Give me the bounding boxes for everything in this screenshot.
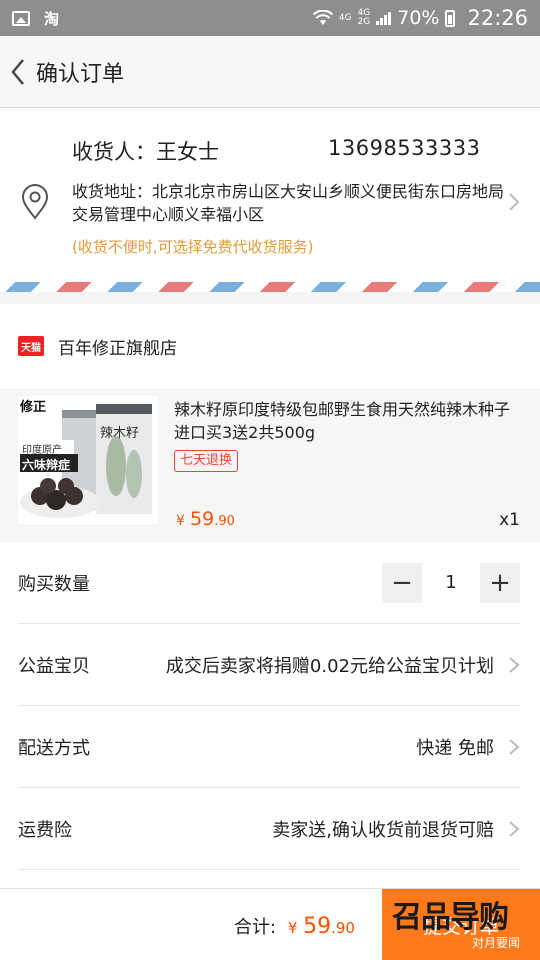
shipping-address: 收货地址：北京北京市房山区大安山乡顺义便民街东口房地局交易管理中心顺义幸福小区	[72, 182, 505, 224]
total-decimal: .90	[331, 919, 355, 937]
delivery-label: 配送方式	[18, 737, 90, 759]
taobao-notification-icon: 淘	[44, 9, 60, 28]
order-options: 购买数量 − 1 + 公益宝贝 成交后卖家将捐赠0.02元给公益宝贝计划 配送方…	[0, 542, 540, 888]
battery-percent: 70%	[397, 7, 440, 29]
quantity-stepper[interactable]: − 1 +	[382, 562, 520, 603]
insurance-row[interactable]: 运费险 卖家送,确认收货前退货可赔	[18, 788, 520, 870]
product-price: ¥ 59.90	[176, 508, 235, 530]
shop-header[interactable]: 天猫 百年修正旗舰店	[0, 304, 540, 388]
product-image: 修正 印度原产 六味辩症 辣木籽	[18, 396, 158, 524]
network-type-4g: 4G	[338, 12, 352, 23]
quantity-label: 购买数量	[18, 573, 90, 595]
delivery-value: 快递 免邮	[416, 737, 494, 759]
order-item[interactable]: 修正 印度原产 六味辩症 辣木籽 辣木籽原印度特级包邮野生食用天然纯辣木种子进口…	[0, 388, 540, 542]
delivery-row[interactable]: 配送方式 快递 免邮	[18, 706, 520, 788]
product-image-brand: 修正	[20, 400, 47, 415]
charity-row[interactable]: 公益宝贝 成交后卖家将捐赠0.02元给公益宝贝计划	[18, 624, 520, 706]
quantity-row: 购买数量 − 1 +	[18, 542, 520, 624]
wifi-icon	[312, 10, 333, 25]
product-quantity: x1	[499, 510, 520, 530]
chevron-right-icon	[509, 193, 520, 211]
shop-name: 百年修正旗舰店	[58, 338, 177, 359]
network-type-bottom: 2G	[357, 17, 371, 27]
clock: 22:26	[467, 6, 528, 30]
price-currency: ¥	[176, 513, 185, 529]
price-integer: 59	[190, 508, 215, 530]
price-decimal: .90	[214, 514, 235, 529]
network-type-stack: 4G 2G	[358, 9, 371, 27]
total-currency: ¥	[287, 919, 298, 937]
total-integer: 59	[303, 914, 332, 939]
back-button[interactable]	[0, 36, 36, 108]
insurance-label: 运费险	[18, 819, 72, 841]
charity-value: 成交后卖家将捐赠0.02元给公益宝贝计划	[165, 655, 494, 677]
address-card[interactable]: 收货人：王女士 13698533333 收货地址：北京北京市房山区大安山乡顺义便…	[0, 108, 540, 282]
delivery-note: (收货不便时,可选择免费代收货服务)	[72, 238, 314, 256]
chevron-right-icon	[509, 738, 520, 755]
tmall-badge-icon: 天猫	[18, 336, 44, 356]
quantity-value: 1	[445, 572, 457, 593]
decrement-button[interactable]: −	[382, 562, 422, 603]
checkout-bar: 合计: ¥ 59.90 提交订单	[0, 888, 540, 960]
product-image-banner: 六味辩症	[22, 458, 71, 472]
insurance-value: 卖家送,确认收货前退货可赔	[272, 819, 494, 841]
chevron-right-icon	[509, 656, 520, 673]
signal-icon	[376, 11, 392, 25]
increment-button[interactable]: +	[480, 562, 520, 603]
page-title: 确认订单	[36, 61, 125, 87]
product-image-can-label: 辣木籽	[100, 426, 140, 441]
total-label: 合计:	[234, 917, 277, 938]
charity-label: 公益宝贝	[18, 655, 90, 677]
recipient-phone: 13698533333	[328, 136, 481, 160]
battery-icon	[445, 9, 456, 27]
chevron-right-icon	[509, 820, 520, 837]
product-image-subtitle: 印度原产	[22, 445, 62, 456]
submit-order-button[interactable]: 提交订单	[382, 889, 540, 960]
recipient-name: 收货人：王女士	[72, 140, 219, 164]
chevron-left-icon	[11, 58, 24, 85]
return-policy-tag: 七天退换	[174, 450, 239, 472]
title-bar: 确认订单	[0, 36, 540, 108]
product-title: 辣木籽原印度特级包邮野生食用天然纯辣木种子进口买3送2共500g	[174, 400, 511, 442]
location-pin-icon	[20, 184, 50, 224]
airmail-divider	[0, 282, 540, 292]
status-bar: 淘 4G 4G 2G 70% 22:26	[0, 0, 540, 36]
gallery-notification-icon	[12, 10, 30, 26]
order-total: 合计: ¥ 59.90	[234, 913, 355, 939]
